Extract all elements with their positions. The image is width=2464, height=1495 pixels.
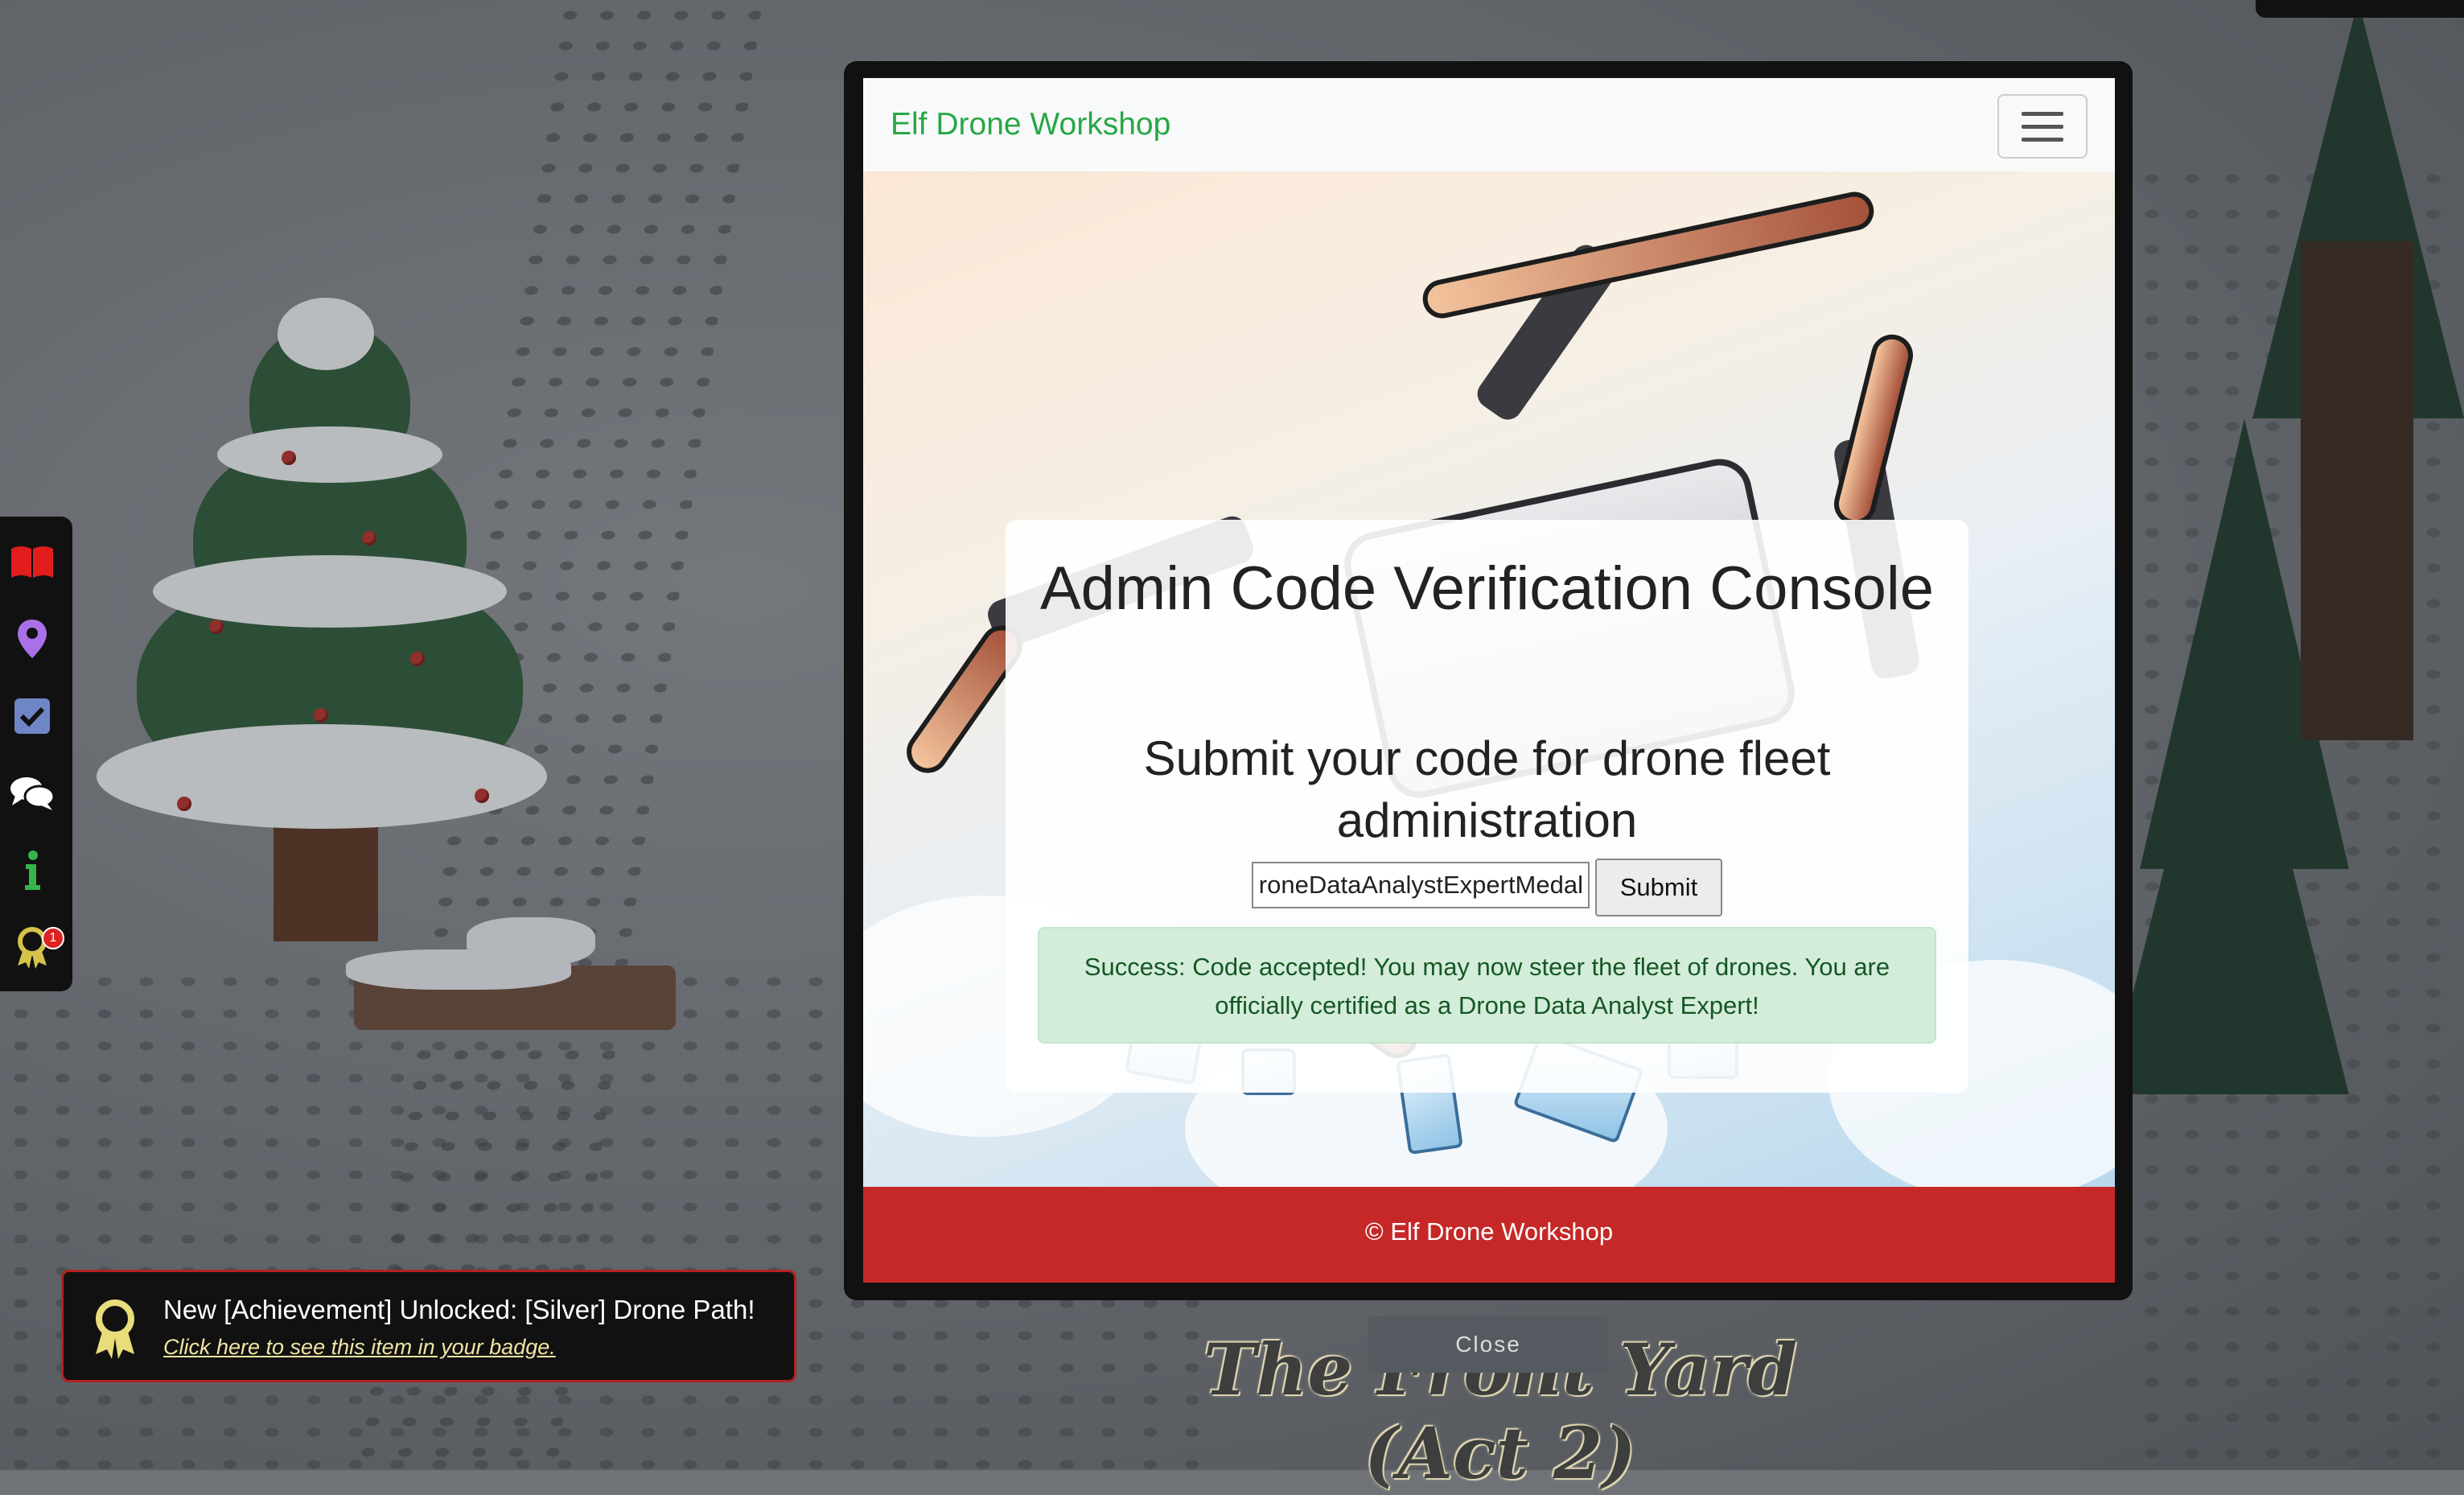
- navbar-brand[interactable]: Elf Drone Workshop: [891, 107, 1170, 142]
- submit-button[interactable]: Submit: [1595, 859, 1722, 916]
- hero-section: Admin Code Verification Console Submit y…: [863, 171, 2115, 1187]
- drone-rotor: [1829, 330, 1918, 529]
- footer-copyright: © Elf Drone Workshop: [1364, 1217, 1614, 1246]
- navbar-toggle-button[interactable]: [1997, 94, 2088, 159]
- success-alert: Success: Code accepted! You may now stee…: [1038, 927, 1936, 1044]
- side-menu: 1: [0, 517, 72, 991]
- sidebar-item-chat[interactable]: [0, 761, 64, 826]
- terminal-iframe: Elf Drone Workshop Admin Code Verificati…: [863, 78, 2115, 1283]
- sidebar-item-book[interactable]: [0, 529, 64, 594]
- toast-link[interactable]: Click here to see this item in your badg…: [163, 1335, 556, 1360]
- top-right-panel: [2256, 0, 2464, 18]
- code-input[interactable]: [1252, 862, 1590, 908]
- close-button[interactable]: Close: [1368, 1316, 1609, 1373]
- footer: © Elf Drone Workshop: [863, 1187, 2115, 1283]
- notification-badge: 1: [42, 927, 64, 949]
- hamburger-icon: [2022, 112, 2063, 116]
- achievement-ribbon-icon: [91, 1298, 139, 1363]
- info-icon: [23, 850, 42, 892]
- drone-rotor: [1419, 188, 1878, 322]
- sidebar-item-info[interactable]: [0, 838, 64, 903]
- chat-icon: [9, 775, 56, 812]
- sidebar-item-objectives[interactable]: [0, 684, 64, 748]
- toast-title: New [Achievement] Unlocked: [Silver] Dro…: [163, 1295, 755, 1324]
- map-pin-icon: [16, 618, 48, 660]
- sidebar-item-achievements[interactable]: 1: [0, 916, 64, 980]
- sidebar-item-map[interactable]: [0, 607, 64, 671]
- page-subtitle: Submit your code for drone fleet adminis…: [1143, 731, 1831, 847]
- navbar: Elf Drone Workshop: [863, 78, 2115, 172]
- objectives-checkbox-icon: [14, 698, 51, 735]
- achievement-toast[interactable]: New [Achievement] Unlocked: [Silver] Dro…: [61, 1270, 796, 1382]
- book-icon: [10, 544, 55, 579]
- verification-card: Admin Code Verification Console Submit y…: [1006, 520, 1968, 1093]
- page-title: Admin Code Verification Console: [1039, 554, 1935, 623]
